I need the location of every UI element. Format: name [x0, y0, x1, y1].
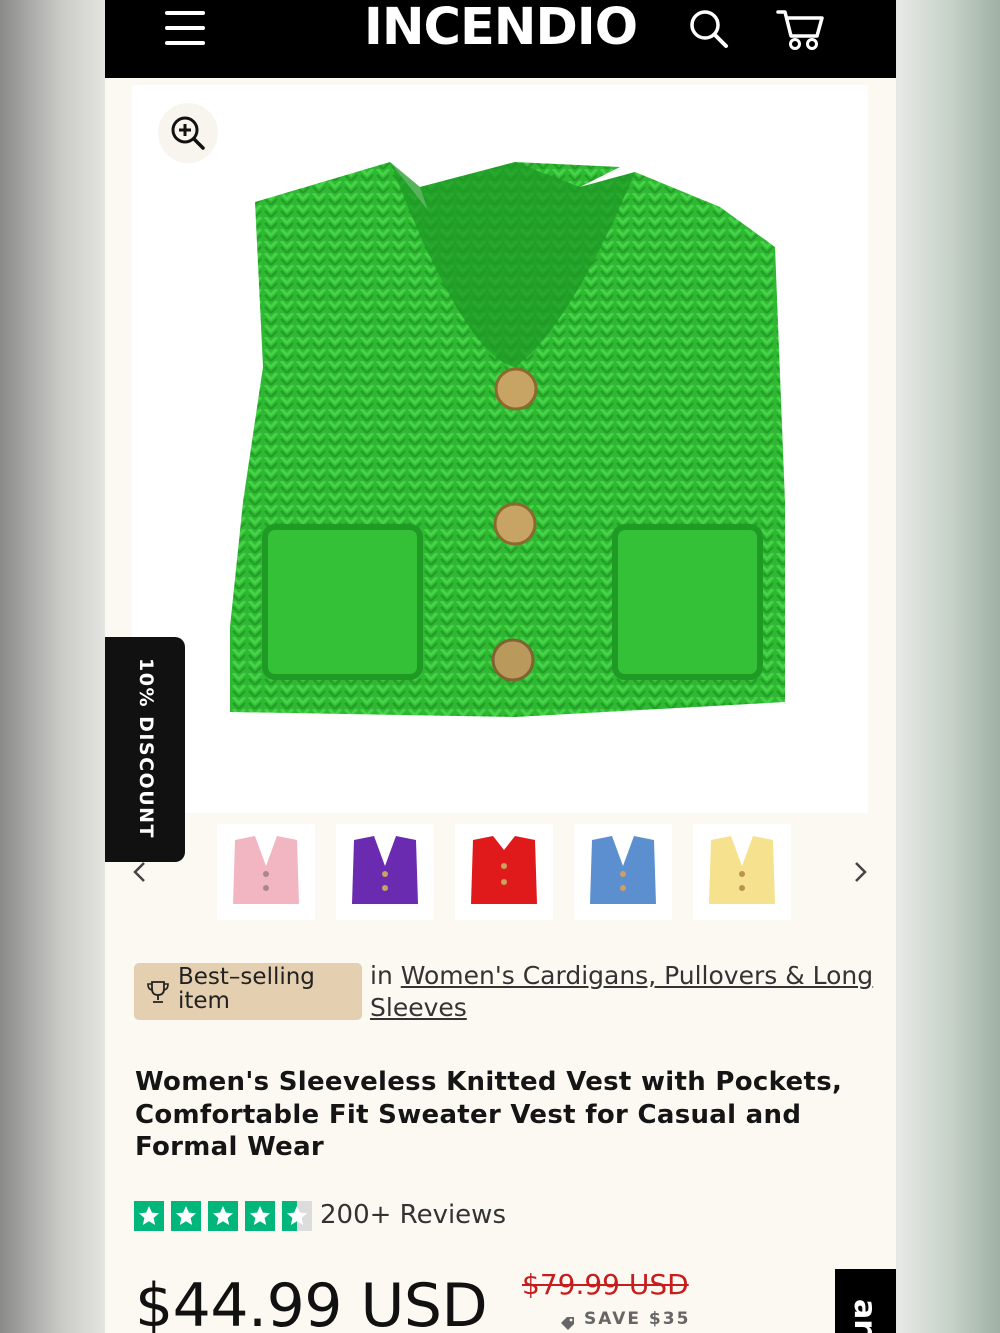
star-icon: [171, 1201, 201, 1231]
sale-price: $44.99 USD: [135, 1271, 488, 1333]
zoom-in-icon[interactable]: [158, 103, 218, 163]
chevron-right-icon[interactable]: [848, 860, 872, 884]
save-label: SAVE $35: [584, 1309, 691, 1329]
star-icon: [208, 1201, 238, 1231]
product-page: INCENDIO 10% DISCOUNT Best–selling item …: [105, 0, 896, 1333]
star-icon: [134, 1201, 164, 1231]
category-link[interactable]: Women's Cardigans, Pullovers & Long Slee…: [370, 961, 873, 1022]
compare-price: $79.99 USD: [522, 1268, 689, 1301]
product-title: Women's Sleeveless Knitted Vest with Poc…: [135, 1067, 843, 1162]
category-prefix: in: [370, 961, 393, 990]
half-star-icon: [282, 1201, 312, 1231]
thumbnail-4[interactable]: [693, 824, 791, 920]
thumbnail-0[interactable]: [217, 824, 315, 920]
product-image-gallery: [132, 85, 868, 813]
reviews-count[interactable]: 200+ Reviews: [320, 1197, 506, 1233]
badge-label: Best–selling item: [178, 964, 315, 1014]
star-icon: [245, 1201, 275, 1231]
header-bar: INCENDIO: [105, 0, 896, 78]
thumbnail-2[interactable]: [455, 824, 553, 920]
product-main-image[interactable]: [215, 157, 805, 747]
save-amount: SAVE $35: [561, 1308, 691, 1330]
tag-icon: [561, 1317, 574, 1330]
cart-icon[interactable]: [775, 6, 825, 52]
thumbnail-strip: [105, 822, 896, 922]
category-line: in Women's Cardigans, Pullovers & Long S…: [370, 960, 880, 1024]
thumbnail-3[interactable]: [574, 824, 672, 920]
trophy-icon: [147, 981, 169, 1003]
cart-side-tab[interactable]: art: [835, 1269, 896, 1333]
cart-tab-label: art: [847, 1299, 882, 1333]
search-icon[interactable]: [687, 7, 731, 51]
chevron-left-icon[interactable]: [128, 860, 152, 884]
thumbnail-1[interactable]: [336, 824, 434, 920]
best-selling-badge: Best–selling item: [134, 963, 362, 1020]
